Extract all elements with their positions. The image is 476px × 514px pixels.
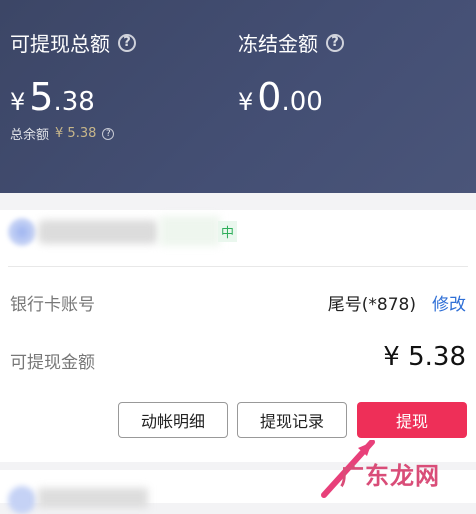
currency-symbol: ¥ [10, 88, 26, 116]
amount-integer: 0 [257, 75, 282, 119]
bank-card-row: 中 [0, 210, 476, 252]
withdrawable-label: 可提现总额 [10, 32, 110, 56]
withdraw-card: 中 银行卡账号 尾号(*878) 修改 可提现金额 ¥ 5.38 动帐明细 提现… [0, 210, 476, 462]
divider [8, 266, 468, 267]
help-circle-icon[interactable]: ? [118, 33, 136, 52]
withdraw-amount-value: ¥ 5.38 [383, 342, 466, 372]
amount-decimal: .38 [53, 87, 95, 117]
frozen-amount: ¥ 0 .00 [238, 75, 344, 119]
withdrawable-amount: ¥ 5 .38 [10, 75, 136, 119]
withdraw-button[interactable]: 提现 [357, 402, 467, 438]
watermark-logo: 广东龙网 [340, 461, 440, 490]
frozen-label: 冻结金额 [238, 32, 318, 56]
balance-header: 可提现总额 ? ¥ 5 .38 冻结金额 ? ¥ 0 .00 总余额 ¥ 5.3… [0, 0, 476, 193]
total-balance-value: ¥ 5.38 [55, 126, 97, 141]
bank-account-tail: 尾号(*878) [327, 295, 416, 315]
amount-integer: 5 [29, 75, 54, 119]
total-balance-label: 总余额 [10, 128, 50, 143]
withdraw-amount-label: 可提现金额 [10, 353, 95, 373]
bank-logo-icon [8, 486, 36, 514]
help-circle-icon[interactable]: ? [326, 33, 344, 52]
help-circle-icon[interactable]: ? [102, 127, 115, 140]
bank-logo-icon [8, 218, 36, 246]
currency-symbol: ¥ [238, 88, 254, 116]
bank-account-label: 银行卡账号 [10, 295, 95, 315]
frozen-stat: 冻结金额 ? ¥ 0 .00 [238, 28, 344, 119]
edit-bank-link[interactable]: 修改 [432, 290, 466, 315]
bank-tag: 中 [218, 221, 238, 242]
transaction-details-button[interactable]: 动帐明细 [118, 402, 228, 438]
bank-name-blurred [38, 220, 158, 244]
withdrawable-stat: 可提现总额 ? ¥ 5 .38 [10, 28, 136, 119]
amount-decimal: .00 [281, 87, 323, 117]
withdraw-records-button[interactable]: 提现记录 [237, 402, 347, 438]
total-balance-line: 总余额 ¥ 5.38 ? [10, 124, 115, 143]
bank-name-blurred [38, 488, 148, 508]
bank-tag-blurred [160, 216, 220, 246]
